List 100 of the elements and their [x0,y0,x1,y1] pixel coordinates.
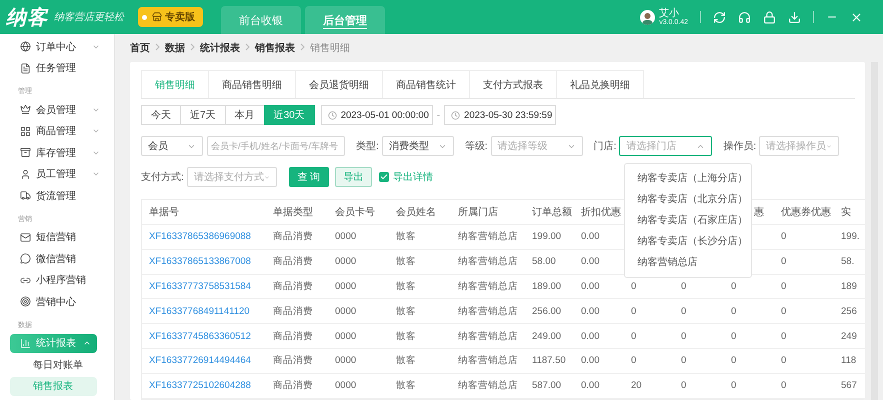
sync-icon[interactable] [713,10,726,24]
sidebar-item[interactable]: 微信营销 [0,248,114,270]
dropdown-option[interactable]: 纳客专卖店（长沙分店） [625,231,752,252]
table-cell: 纳客营销总店 [458,231,518,242]
download-icon[interactable] [788,10,801,24]
sidebar-item[interactable]: 库存管理 [0,142,114,164]
table-cell: 纳客营销总店 [458,355,518,366]
report-tab[interactable]: 礼品兑换明细 [556,70,644,98]
table-cell: 0 [681,355,686,366]
table-cell: 189.00 [532,280,562,292]
menu-label: 短信营销 [36,230,76,244]
table-cell: 0.00 [581,355,600,366]
menu-icon [20,296,31,308]
table-cell: 0 [731,280,736,292]
sidebar-item[interactable]: 员工管理 [0,164,114,185]
breadcrumb-separator-icon [155,43,160,53]
table-cell: 0 [631,280,636,292]
sidebar-item[interactable]: 小程序营销 [0,270,114,291]
column-header: 实 [841,207,851,218]
date-separator: - [436,110,440,120]
table-cell: 0 [631,306,636,317]
table-cell: 58. [841,256,854,268]
date-range-button[interactable]: 本月 [224,105,265,125]
breadcrumb-link[interactable]: 首页 [130,41,150,55]
app-slogan: 纳客营店更轻松 [54,10,124,24]
user-name: 艾小 [659,8,680,18]
table-cell: 0.00 [581,231,600,242]
breadcrumb-link[interactable]: 统计报表 [200,41,240,55]
filter-select[interactable]: 消费类型 [382,136,454,156]
table-cell: 纳客营销总店 [458,306,518,317]
menu-icon [20,147,31,158]
dropdown-option[interactable]: 纳客专卖店（北京分店） [625,189,752,210]
table-cell: 0 [731,306,736,317]
table-cell: 商品消费 [273,306,313,317]
sidebar-item[interactable]: 短信营销 [0,226,114,248]
sidebar-subitem[interactable]: 每日对账单 [0,354,114,376]
avatar-icon[interactable] [640,10,656,24]
filter-select[interactable]: 会员 [141,136,203,156]
menu-icon [20,168,31,180]
table-cell: 256.00 [532,306,562,317]
table-cell: 纳客营销总店 [458,280,518,292]
sidebar-item[interactable]: 订单中心 [0,36,114,58]
table-cell: 1187.50 [532,355,566,366]
column-header: 单据类型 [273,207,313,218]
date-range-button[interactable]: 今天 [141,105,181,125]
edition-badge: 专卖版 [138,7,203,27]
sidebar-item[interactable]: 货流管理 [0,185,114,206]
table-cell: 199.00 [532,231,562,242]
column-header: 所属门店 [458,207,498,218]
table-cell: 256 [841,306,857,317]
menu-icon [20,190,31,202]
app-logo: 纳客 [6,6,48,30]
start-date-field[interactable]: 2023-05-01 00:00:00 [320,105,433,125]
end-date-field[interactable]: 2023-05-30 23:59:59 [444,105,556,125]
breadcrumb-link[interactable]: 数据 [165,41,185,55]
column-header: 优惠券优惠 [781,207,831,218]
table-cell: 散客 [396,306,416,317]
table-cell: 0 [681,380,686,392]
table-cell: 散客 [396,231,416,242]
breadcrumb-separator-icon [300,43,305,53]
column-header: 折扣优惠 [581,207,621,218]
clock-icon [328,110,337,120]
date-range-button[interactable]: 近7天 [180,105,226,125]
table-cell: 189 [841,280,857,292]
breadcrumb-link[interactable]: 销售报表 [255,41,295,55]
table-cell: 商品消费 [273,330,313,342]
table-cell: 0 [681,306,686,317]
dropdown-option[interactable]: 纳客专卖店（上海分店） [625,168,752,189]
column-header: 会员卡号 [335,207,375,218]
member-search-field[interactable]: 会员卡/手机/姓名/卡面号/车牌号 [207,136,345,156]
sidebar-item[interactable]: 营销中心 [0,291,114,312]
close-icon[interactable] [850,10,863,24]
table-cell: 118 [841,355,856,366]
menu-label: 微信营销 [36,252,76,266]
table-cell: 0.00 [581,306,600,317]
sidebar-item[interactable]: 任务管理 [0,58,114,79]
menu-label: 员工管理 [36,168,76,182]
menu-icon [20,232,31,243]
menu-label: 统计报表 [36,336,76,350]
table-cell: 散客 [396,256,416,268]
table-cell: 20 [631,380,642,392]
table-cell: 0000 [335,355,356,366]
menu-icon [20,253,31,264]
export-detail-checkbox[interactable] [378,172,389,182]
table-cell: 567 [841,380,857,392]
menu-label: 库存管理 [36,146,76,160]
table-cell: 0000 [335,280,356,292]
lock-icon[interactable] [763,10,776,24]
table-cell: 0.00 [581,280,600,292]
table-cell: 0 [781,306,786,317]
menu-label: 货流管理 [36,190,76,203]
column-header: 会员姓名 [396,207,436,218]
sidebar-item[interactable]: 会员管理 [0,99,114,120]
dropdown-option[interactable]: 纳客营销总店 [625,252,752,273]
filter-label: 等级: [464,140,488,153]
dropdown-option[interactable]: 纳客专卖店（石家庄店） [625,210,752,231]
column-header: 惠 [754,207,764,218]
sidebar-item[interactable]: 商品管理 [0,120,114,142]
headset-icon[interactable] [738,10,751,24]
filter-label: 操作员: [723,140,756,153]
